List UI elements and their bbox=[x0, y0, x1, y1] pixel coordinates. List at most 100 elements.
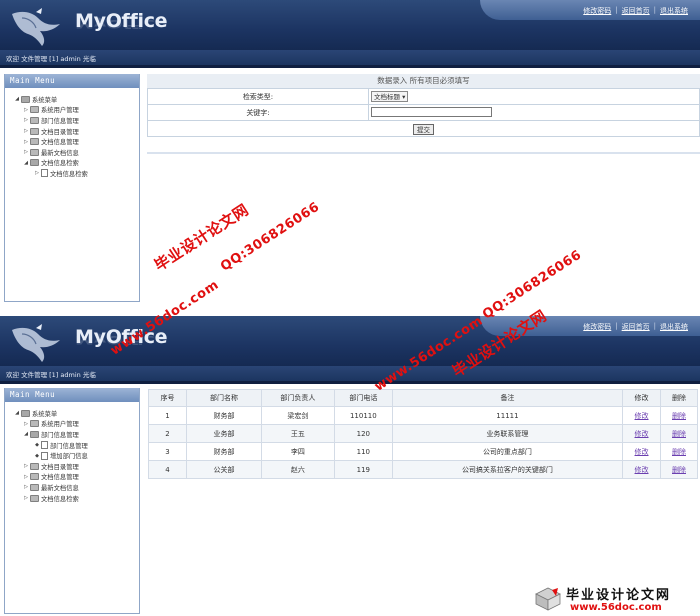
sidebar-title: Main Menu bbox=[5, 74, 139, 88]
delete-link[interactable]: 删除 bbox=[672, 466, 686, 474]
collapsed-icon[interactable]: ▷ bbox=[22, 495, 30, 501]
collapsed-icon[interactable]: ▷ bbox=[22, 474, 30, 480]
col-header-phone: 部门电话 bbox=[333, 389, 393, 407]
sidebar-subitem-dept-add[interactable]: ◆ 增加部门信息 bbox=[13, 450, 139, 461]
sidebar-item-users[interactable]: ▷ 系统用户管理 bbox=[13, 105, 139, 116]
table-row: 1 财务部 梁宏剑 110110 11111 修改 删除 bbox=[148, 406, 698, 425]
form-divider bbox=[147, 152, 700, 154]
cell-edit: 修改 bbox=[622, 442, 662, 461]
edit-link[interactable]: 修改 bbox=[635, 412, 649, 420]
keyword-cell bbox=[368, 104, 700, 121]
footer-site-name: 毕业设计论文网 bbox=[566, 588, 672, 603]
cell-leader: 李四 bbox=[260, 442, 335, 461]
collapsed-icon[interactable]: ▷ bbox=[33, 170, 41, 176]
sidebar-item-departments[interactable]: ▷ 部门信息管理 bbox=[13, 115, 139, 126]
search-form-panel: 数据录入 所有项目必须填写 检索类型: 文档标题 ▾ 关键字: 提交 bbox=[147, 74, 700, 137]
link-separator: | bbox=[653, 322, 656, 330]
department-table-panel: 序号 部门名称 部门负责人 部门电话 备注 修改 删除 1 财务部 梁宏剑 11… bbox=[148, 389, 698, 479]
footer-watermark-logo: 毕业设计论文网 www.56doc.com bbox=[530, 582, 700, 616]
cell-no: 2 bbox=[148, 424, 187, 443]
expand-icon[interactable]: ◢ bbox=[13, 96, 21, 102]
folder-open-icon bbox=[21, 409, 30, 417]
sidebar-item-label: 系统用户管理 bbox=[41, 421, 79, 429]
col-header-no: 序号 bbox=[148, 389, 187, 407]
cell-leader: 赵六 bbox=[260, 460, 335, 479]
collapsed-icon[interactable]: ▷ bbox=[22, 421, 30, 427]
brand-reflection: MyOffice bbox=[75, 16, 168, 30]
expand-icon[interactable]: ◢ bbox=[22, 160, 30, 166]
link-separator: | bbox=[615, 322, 618, 330]
tree-root[interactable]: ◢ 系统菜单 bbox=[13, 94, 139, 105]
cell-no: 4 bbox=[148, 460, 187, 479]
delete-link[interactable]: 删除 bbox=[672, 412, 686, 420]
edit-link[interactable]: 修改 bbox=[635, 430, 649, 438]
collapsed-icon[interactable]: ▷ bbox=[22, 149, 30, 155]
delete-link[interactable]: 删除 bbox=[672, 430, 686, 438]
sidebar-title: Main Menu bbox=[5, 388, 139, 402]
sidebar-subitem-doc-search[interactable]: ▷ 文档信息检索 bbox=[13, 168, 139, 179]
collapsed-icon[interactable]: ▷ bbox=[22, 139, 30, 145]
folder-icon bbox=[30, 106, 39, 114]
cell-note: 11111 bbox=[391, 406, 624, 425]
document-icon bbox=[41, 451, 48, 460]
cell-delete: 删除 bbox=[660, 424, 698, 443]
cell-phone: 119 bbox=[333, 460, 393, 479]
sidebar-item-latest-docs[interactable]: ▷ 最新文档信息 bbox=[13, 147, 139, 158]
delete-link[interactable]: 删除 bbox=[672, 448, 686, 456]
sidebar-item-doc-catalog[interactable]: ▷ 文档目录管理 bbox=[13, 126, 139, 137]
cell-no: 1 bbox=[148, 406, 187, 425]
sidebar-item-doc-catalog[interactable]: ▷ 文档目录管理 bbox=[13, 461, 139, 472]
tree-root[interactable]: ◢ 系统菜单 bbox=[13, 408, 139, 419]
cell-phone: 120 bbox=[333, 424, 393, 443]
folder-icon bbox=[30, 127, 39, 135]
sidebar-item-label: 最新文档信息 bbox=[41, 149, 79, 157]
document-icon bbox=[41, 441, 48, 450]
expand-icon[interactable]: ◢ bbox=[22, 431, 30, 437]
sidebar-item-label: 最新文档信息 bbox=[41, 484, 79, 492]
folder-icon bbox=[30, 420, 39, 428]
logout-link[interactable]: 退出系统 bbox=[660, 322, 688, 332]
cell-no: 3 bbox=[148, 442, 187, 461]
col-header-delete: 删除 bbox=[660, 389, 698, 407]
edit-link[interactable]: 修改 bbox=[635, 466, 649, 474]
sidebar-item-users[interactable]: ▷ 系统用户管理 bbox=[13, 419, 139, 430]
sidebar-item-label: 文档目录管理 bbox=[41, 128, 79, 136]
edit-link[interactable]: 修改 bbox=[635, 448, 649, 456]
change-password-link[interactable]: 修改密码 bbox=[583, 322, 611, 332]
collapsed-icon[interactable]: ▷ bbox=[22, 107, 30, 113]
logout-link[interactable]: 退出系统 bbox=[660, 6, 688, 16]
sidebar-subitem-dept-manage[interactable]: ◆ 部门信息管理 bbox=[13, 440, 139, 451]
submit-button[interactable]: 提交 bbox=[413, 123, 434, 135]
home-link[interactable]: 返回首页 bbox=[622, 322, 650, 332]
search-type-select[interactable]: 文档标题 ▾ bbox=[371, 91, 409, 102]
keyword-input[interactable] bbox=[371, 106, 492, 117]
cell-phone: 110 bbox=[333, 442, 393, 461]
sidebar-item-doc-search[interactable]: ▷ 文档信息检索 bbox=[13, 493, 139, 504]
book-icon bbox=[535, 587, 561, 611]
cell-edit: 修改 bbox=[622, 424, 662, 443]
cell-note: 公司的重点部门 bbox=[391, 442, 624, 461]
expand-icon[interactable]: ◢ bbox=[13, 410, 21, 416]
collapsed-icon[interactable]: ▷ bbox=[22, 484, 30, 490]
sidebar-item-latest-docs[interactable]: ▷ 最新文档信息 bbox=[13, 482, 139, 493]
sidebar-item-doc-info[interactable]: ▷ 文档信息管理 bbox=[13, 136, 139, 147]
sidebar-item-label: 文档信息管理 bbox=[41, 139, 79, 147]
brand-reflection: MyOffice bbox=[75, 332, 168, 346]
sidebar-item-label: 部门信息管理 bbox=[41, 117, 79, 125]
collapsed-icon[interactable]: ▷ bbox=[22, 463, 30, 469]
change-password-link[interactable]: 修改密码 bbox=[583, 6, 611, 16]
sidebar-item-label: 部门信息管理 bbox=[41, 431, 79, 439]
keyword-label: 关键字: bbox=[147, 104, 369, 121]
home-link[interactable]: 返回首页 bbox=[622, 6, 650, 16]
sidebar-item-doc-search[interactable]: ◢ 文档信息检索 bbox=[13, 158, 139, 169]
cell-leader: 王五 bbox=[260, 424, 335, 443]
collapsed-icon[interactable]: ▷ bbox=[22, 128, 30, 134]
sidebar: Main Menu ◢ 系统菜单 ▷ 系统用户管理 ◢ 部门信息管理 ◆ 部门信息管理 … bbox=[4, 388, 140, 614]
submit-row: 提交 bbox=[147, 120, 700, 137]
folder-icon bbox=[30, 138, 39, 146]
sidebar-item-doc-info[interactable]: ▷ 文档信息管理 bbox=[13, 472, 139, 483]
collapsed-icon[interactable]: ▷ bbox=[22, 117, 30, 123]
sidebar-item-departments[interactable]: ◢ 部门信息管理 bbox=[13, 429, 139, 440]
welcome-bar: 欢迎 文件管理 [1] admin 光临 bbox=[0, 366, 700, 384]
sidebar-item-label: 文档目录管理 bbox=[41, 463, 79, 471]
